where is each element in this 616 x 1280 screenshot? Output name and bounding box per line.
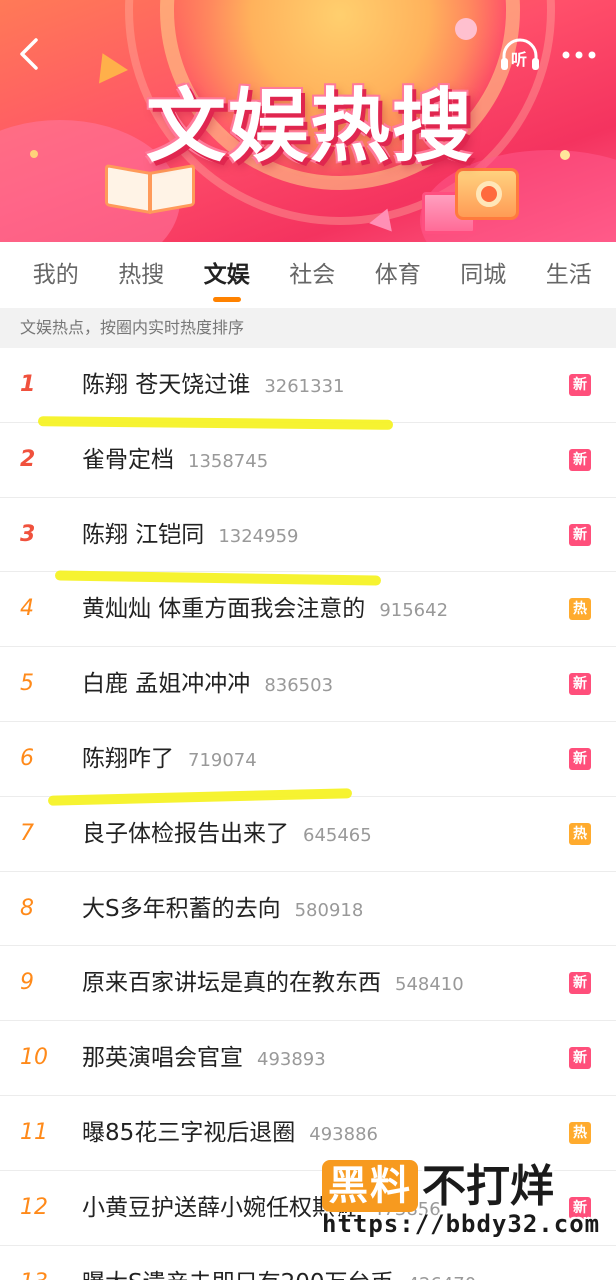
item-title: 雀骨定档	[82, 446, 174, 473]
heat-count: 915642	[379, 600, 449, 622]
watermark-text: 不打烊	[422, 1161, 554, 1212]
banner-dot-decoration	[560, 150, 570, 160]
hot-search-list: 1 陈翔 苍天饶过谁 3261331 新 2 雀骨定档 1358745 新 3 陈翔 江铠同 132…	[0, 348, 616, 1280]
heat-count: 3261331	[264, 376, 345, 397]
item-title: 黄灿灿 体重方面我会注意的	[82, 596, 366, 623]
list-description: 文娱热点，按圈内实时热度排序	[0, 308, 616, 348]
new-badge: 新	[569, 747, 591, 770]
tab-6[interactable]: 生活	[526, 242, 612, 308]
hot-badge: 热	[569, 598, 591, 621]
item-title: 那英演唱会官宣	[82, 1045, 243, 1072]
more-dots-icon	[562, 51, 596, 59]
rank-number: 4	[20, 596, 34, 622]
watermark-url: https://bbdy32.com	[322, 1210, 601, 1238]
tab-3[interactable]: 社会	[270, 242, 356, 308]
heat-count: 426470	[408, 1274, 477, 1280]
heat-count: 493886	[309, 1123, 378, 1145]
item-title: 陈翔 江铠同	[82, 521, 205, 548]
banner-dot-decoration	[30, 150, 38, 158]
item-title-wrap: 原来百家讲坛是真的在教东西 548410	[82, 946, 464, 1020]
rank-number: 7	[20, 820, 34, 846]
new-badge: 新	[569, 523, 591, 546]
item-title-wrap: 曝85花三字视后退圈 493886	[82, 1096, 378, 1170]
banner: 文娱热搜 听	[0, 0, 616, 242]
tab-1[interactable]: 热搜	[99, 242, 185, 308]
tab-5[interactable]: 同城	[441, 242, 527, 308]
watermark: 黑料 不打烊 https://bbdy32.com	[322, 1160, 612, 1250]
tab-2[interactable]: 文娱	[184, 242, 270, 308]
list-item[interactable]: 6 陈翔咋了 719074 新	[0, 721, 616, 797]
item-title-wrap: 白鹿 孟姐冲冲冲 836503	[82, 647, 333, 721]
banner-dot-decoration	[455, 18, 477, 40]
item-title: 良子体检报告出来了	[82, 820, 289, 847]
new-badge: 新	[569, 374, 591, 396]
chevron-left-icon	[20, 38, 38, 70]
rank-number: 1	[20, 372, 36, 397]
item-title: 白鹿 孟姐冲冲冲	[82, 671, 251, 698]
camera-icon	[455, 168, 519, 220]
heat-count: 719074	[188, 749, 257, 771]
rank-number: 6	[20, 745, 34, 771]
tab-0[interactable]: 我的	[13, 242, 99, 308]
heat-count: 580918	[294, 899, 364, 921]
heat-count: 548410	[395, 974, 464, 996]
list-item[interactable]: 9 原来百家讲坛是真的在教东西 548410 新	[0, 946, 616, 1022]
list-item[interactable]: 2 雀骨定档 1358745 新	[0, 422, 616, 498]
heat-count: 836503	[264, 675, 334, 697]
heat-count: 1358745	[188, 450, 269, 472]
item-title-wrap: 曝大S遗产去即只有200万台币 426470	[82, 1246, 476, 1280]
back-button[interactable]	[14, 36, 48, 72]
item-title-wrap: 大S多年积蓄的去向 580918	[82, 872, 363, 946]
item-title: 曝大S遗产去即只有200万台币	[82, 1270, 394, 1280]
item-title-wrap: 陈翔咋了 719074	[82, 722, 257, 796]
rank-number: 3	[20, 521, 36, 547]
rank-number: 8	[20, 895, 34, 921]
rank-number: 11	[20, 1119, 48, 1145]
category-tabs: 我的 热搜 文娱 社会 体育 同城 生活	[0, 242, 616, 308]
item-title: 小黄豆护送薛小婉任权欺证	[82, 1194, 358, 1221]
rank-number: 2	[20, 446, 36, 472]
item-title: 大S多年积蓄的去向	[82, 895, 281, 922]
new-badge: 新	[569, 972, 591, 995]
item-title-wrap: 那英演唱会官宣 493893	[82, 1021, 326, 1095]
rank-number: 5	[20, 671, 34, 697]
hot-badge: 热	[569, 1121, 591, 1144]
item-title-wrap: 陈翔 江铠同 1324959	[82, 498, 298, 572]
listen-button[interactable]: 听	[498, 38, 542, 72]
rank-number: 10	[20, 1045, 48, 1071]
item-title: 陈翔咋了	[82, 745, 174, 772]
heat-count: 645465	[303, 824, 372, 846]
book-icon	[105, 163, 197, 218]
watermark-logo-box: 黑料	[322, 1160, 418, 1212]
heat-count: 1324959	[218, 525, 299, 547]
item-title-wrap: 陈翔 苍天饶过谁 3261331	[82, 348, 344, 422]
more-button[interactable]	[560, 38, 598, 72]
rank-number: 9	[20, 970, 34, 996]
banner-title: 文娱热搜	[146, 80, 474, 173]
new-badge: 新	[569, 673, 591, 696]
list-item[interactable]: 13 曝大S遗产去即只有200万台币 426470	[0, 1245, 616, 1280]
list-item[interactable]: 7 良子体检报告出来了 645465 热	[0, 796, 616, 872]
listen-label: 听	[511, 50, 528, 69]
heat-count: 493893	[257, 1049, 326, 1071]
item-title: 陈翔 苍天饶过谁	[82, 372, 251, 398]
rank-number: 12	[20, 1194, 48, 1220]
banner-triangle-decoration	[88, 46, 128, 84]
item-title-wrap: 雀骨定档 1358745	[82, 423, 268, 497]
tab-4[interactable]: 体育	[355, 242, 441, 308]
new-badge: 新	[569, 1047, 591, 1070]
hot-badge: 热	[569, 822, 591, 845]
item-title-wrap: 良子体检报告出来了 645465	[82, 797, 372, 871]
new-badge: 新	[569, 448, 591, 471]
rank-number: 13	[20, 1246, 60, 1280]
item-title: 曝85花三字视后退圈	[82, 1119, 296, 1146]
list-item[interactable]: 10 那英演唱会官宣 493893 新	[0, 1021, 616, 1096]
list-item[interactable]: 8 大S多年积蓄的去向 580918	[0, 871, 616, 947]
list-item[interactable]: 3 陈翔 江铠同 1324959 新	[0, 497, 616, 573]
list-item[interactable]: 1 陈翔 苍天饶过谁 3261331 新	[0, 348, 616, 423]
item-title: 原来百家讲坛是真的在教东西	[82, 970, 381, 997]
list-item[interactable]: 5 白鹿 孟姐冲冲冲 836503 新	[0, 647, 616, 722]
